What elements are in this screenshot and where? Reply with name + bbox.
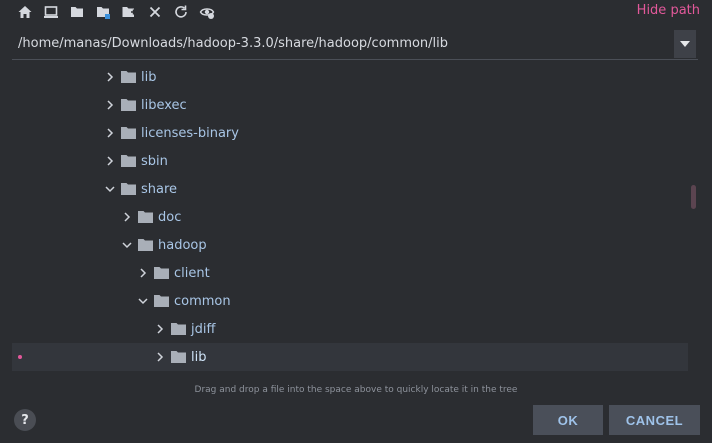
tree-item-label: lib (141, 69, 157, 85)
folder-icon[interactable] (64, 0, 90, 24)
tree-item[interactable]: doc (12, 203, 688, 231)
chevron-right-icon[interactable] (136, 266, 150, 280)
show-hidden-icon[interactable] (194, 0, 220, 24)
tree-item-label: share (141, 181, 178, 197)
chevron-right-icon[interactable] (103, 70, 117, 84)
tree-item[interactable]: sbin (12, 147, 688, 175)
folder-icon (121, 183, 136, 195)
tree-item-label: sbin (141, 153, 168, 169)
path-history-dropdown[interactable] (674, 30, 696, 58)
chevron-right-icon[interactable] (120, 210, 134, 224)
chevron-down-icon[interactable] (136, 294, 150, 308)
desktop-icon[interactable] (38, 0, 64, 24)
folder-tag-icon[interactable] (90, 0, 116, 24)
folder-icon (154, 267, 169, 279)
chevron-right-icon[interactable] (103, 154, 117, 168)
hide-path-button[interactable]: Hide path (637, 3, 700, 18)
folder-icon (121, 71, 136, 83)
chevron-down-icon[interactable] (103, 182, 117, 196)
current-location-marker (18, 355, 22, 359)
folder-icon (138, 239, 153, 251)
tree-item-selected[interactable]: lib (12, 343, 688, 371)
folder-icon (171, 351, 186, 363)
refresh-icon[interactable] (168, 0, 194, 24)
tree-item[interactable]: lib (12, 63, 688, 91)
tree-item-label: licenses-binary (141, 125, 239, 141)
folder-icon (138, 211, 153, 223)
tree-item-label: doc (158, 209, 182, 225)
folder-icon (171, 323, 186, 335)
help-button[interactable]: ? (14, 409, 36, 431)
tree-item[interactable]: common (12, 287, 688, 315)
folder-icon (154, 295, 169, 307)
chevron-right-icon[interactable] (103, 126, 117, 140)
folder-icon (121, 155, 136, 167)
tree-item-label: client (174, 265, 210, 281)
tree-item[interactable]: hadoop (12, 231, 688, 259)
new-folder-icon[interactable] (116, 0, 142, 24)
cancel-button[interactable]: CANCEL (609, 405, 700, 435)
tree-item-label: lib (191, 349, 207, 365)
tree-item[interactable]: licenses-binary (12, 119, 688, 147)
delete-icon[interactable] (142, 0, 168, 24)
tree-item-label: common (174, 293, 231, 309)
tree-item-partial[interactable]: sources (12, 377, 688, 385)
ok-button[interactable]: OK (533, 405, 603, 435)
tree-item[interactable]: client (12, 259, 688, 287)
chevron-right-icon[interactable] (103, 98, 117, 112)
tree-item[interactable]: libexec (12, 91, 688, 119)
chevron-down-icon (680, 41, 690, 47)
tree-item-label: hadoop (158, 237, 207, 253)
chevron-right-icon[interactable] (153, 350, 167, 364)
chevron-down-icon[interactable] (120, 238, 134, 252)
tree-item-label: jdiff (191, 321, 216, 337)
path-bar (12, 28, 698, 60)
home-icon[interactable] (12, 0, 38, 24)
tree-item[interactable]: share (12, 175, 688, 203)
tree-scrollbar[interactable] (691, 185, 696, 209)
folder-icon (121, 99, 136, 111)
folder-tree[interactable]: lib libexec licenses-binary sbin share d… (12, 63, 688, 385)
path-input[interactable] (18, 28, 668, 58)
drag-drop-hint: Drag and drop a file into the space abov… (194, 385, 518, 395)
tree-item-label: libexec (141, 97, 187, 113)
chevron-right-icon[interactable] (153, 322, 167, 336)
folder-icon (121, 127, 136, 139)
tree-item[interactable]: jdiff (12, 315, 688, 343)
toolbar (12, 0, 220, 24)
